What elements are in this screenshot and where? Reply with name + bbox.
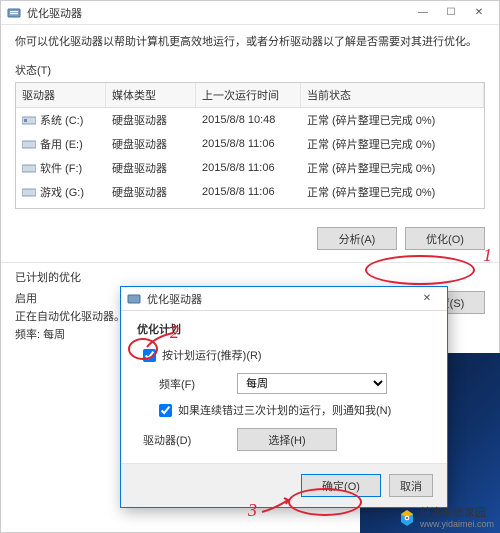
- drive-icon: [22, 115, 36, 125]
- frequency-label: 频率(F): [159, 376, 237, 392]
- dialog-footer: 确定(O) 取消: [121, 463, 447, 507]
- watermark-logo-icon: [398, 509, 416, 527]
- col-media-type[interactable]: 媒体类型: [106, 83, 196, 107]
- run-on-schedule-checkbox[interactable]: [143, 349, 156, 362]
- missed-notify-checkbox[interactable]: [159, 404, 172, 417]
- ok-button[interactable]: 确定(O): [301, 474, 381, 497]
- drive-type: 硬盘驱动器: [106, 110, 196, 130]
- minimize-button[interactable]: —: [409, 3, 437, 23]
- drive-status: 正常 (碎片整理已完成 0%): [301, 110, 484, 130]
- drive-name: 备用 (E:): [40, 136, 83, 152]
- frequency-select[interactable]: 每周: [237, 373, 387, 394]
- frequency-row: 频率(F) 每周: [159, 373, 431, 394]
- close-window-button[interactable]: ✕: [465, 3, 493, 23]
- status-label: 状态(T): [15, 62, 485, 78]
- col-drive[interactable]: 驱动器: [16, 83, 106, 107]
- table-row[interactable]: 游戏 (G:) 硬盘驱动器 2015/8/8 11:06 正常 (碎片整理已完成…: [16, 180, 484, 204]
- dialog-title: 优化驱动器: [147, 291, 413, 307]
- maximize-button[interactable]: ☐: [437, 3, 465, 23]
- optimize-button[interactable]: 优化(O): [405, 227, 485, 250]
- schedule-title: 已计划的优化: [15, 269, 485, 285]
- description-text: 你可以优化驱动器以帮助计算机更高效地运行，或者分析驱动器以了解是否需要对其进行优…: [1, 25, 499, 58]
- watermark-text: 纯净系统家园: [420, 507, 494, 519]
- schedule-info: 启用 正在自动优化驱动器。 频率: 每周: [15, 291, 125, 344]
- dialog-body: 优化计划 按计划运行(推荐)(R) 频率(F) 每周 如果连续错过三次计划的运行…: [121, 311, 447, 463]
- run-on-schedule-row[interactable]: 按计划运行(推荐)(R): [143, 347, 431, 363]
- drive-last: 2015/8/8 11:06: [196, 182, 301, 202]
- watermark: 纯净系统家园 www.yidaimei.com: [398, 507, 494, 529]
- choose-drives-button[interactable]: 选择(H): [237, 428, 337, 451]
- drive-icon: [22, 139, 36, 149]
- drive-name: 系统 (C:): [40, 112, 83, 128]
- drive-last: 2015/8/8 10:48: [196, 110, 301, 130]
- table-body: 系统 (C:) 硬盘驱动器 2015/8/8 10:48 正常 (碎片整理已完成…: [16, 108, 484, 208]
- run-on-schedule-label: 按计划运行(推荐)(R): [162, 347, 262, 363]
- titlebar: 优化驱动器 — ☐ ✕: [1, 1, 499, 25]
- table-row[interactable]: 软件 (F:) 硬盘驱动器 2015/8/8 11:06 正常 (碎片整理已完成…: [16, 156, 484, 180]
- status-section: 状态(T) 驱动器 媒体类型 上一次运行时间 当前状态 系统 (C:) 硬盘驱动…: [1, 58, 499, 217]
- drive-icon: [22, 187, 36, 197]
- drive-last: 2015/8/8 11:06: [196, 158, 301, 178]
- plan-title: 优化计划: [137, 321, 431, 337]
- drives-row: 驱动器(D) 选择(H): [143, 428, 431, 451]
- schedule-dialog: 优化驱动器 ✕ 优化计划 按计划运行(推荐)(R) 频率(F) 每周 如果连续错…: [120, 286, 448, 508]
- app-icon: [7, 6, 21, 20]
- drive-type: 硬盘驱动器: [106, 182, 196, 202]
- missed-notify-row[interactable]: 如果连续错过三次计划的运行，则通知我(N): [159, 402, 431, 418]
- app-icon: [127, 292, 141, 306]
- drive-status: 正常 (碎片整理已完成 0%): [301, 182, 484, 202]
- drive-status: 正常 (碎片整理已完成 0%): [301, 134, 484, 154]
- window-title: 优化驱动器: [27, 5, 409, 21]
- missed-notify-label: 如果连续错过三次计划的运行，则通知我(N): [178, 402, 391, 418]
- col-last-run[interactable]: 上一次运行时间: [196, 83, 301, 107]
- dialog-titlebar: 优化驱动器 ✕: [121, 287, 447, 311]
- cancel-button[interactable]: 取消: [389, 474, 433, 497]
- schedule-auto: 正在自动优化驱动器。: [15, 309, 125, 327]
- dialog-close-icon[interactable]: ✕: [413, 289, 441, 309]
- schedule-frequency: 频率: 每周: [15, 327, 125, 345]
- drive-status: 正常 (碎片整理已完成 0%): [301, 158, 484, 178]
- drive-type: 硬盘驱动器: [106, 134, 196, 154]
- drive-name: 软件 (F:): [40, 160, 82, 176]
- table-header: 驱动器 媒体类型 上一次运行时间 当前状态: [16, 83, 484, 108]
- table-row[interactable]: 备用 (E:) 硬盘驱动器 2015/8/8 11:06 正常 (碎片整理已完成…: [16, 132, 484, 156]
- analyze-button[interactable]: 分析(A): [317, 227, 397, 250]
- drive-icon: [22, 163, 36, 173]
- schedule-enable: 启用: [15, 291, 125, 309]
- table-row[interactable]: 系统 (C:) 硬盘驱动器 2015/8/8 10:48 正常 (碎片整理已完成…: [16, 108, 484, 132]
- watermark-url: www.yidaimei.com: [420, 519, 494, 529]
- drive-last: 2015/8/8 11:06: [196, 134, 301, 154]
- drive-name: 游戏 (G:): [40, 184, 84, 200]
- drive-type: 硬盘驱动器: [106, 158, 196, 178]
- drive-table: 驱动器 媒体类型 上一次运行时间 当前状态 系统 (C:) 硬盘驱动器 2015…: [15, 82, 485, 209]
- col-status[interactable]: 当前状态: [301, 83, 484, 107]
- drives-label: 驱动器(D): [143, 432, 237, 448]
- action-row: 分析(A) 优化(O): [1, 217, 499, 258]
